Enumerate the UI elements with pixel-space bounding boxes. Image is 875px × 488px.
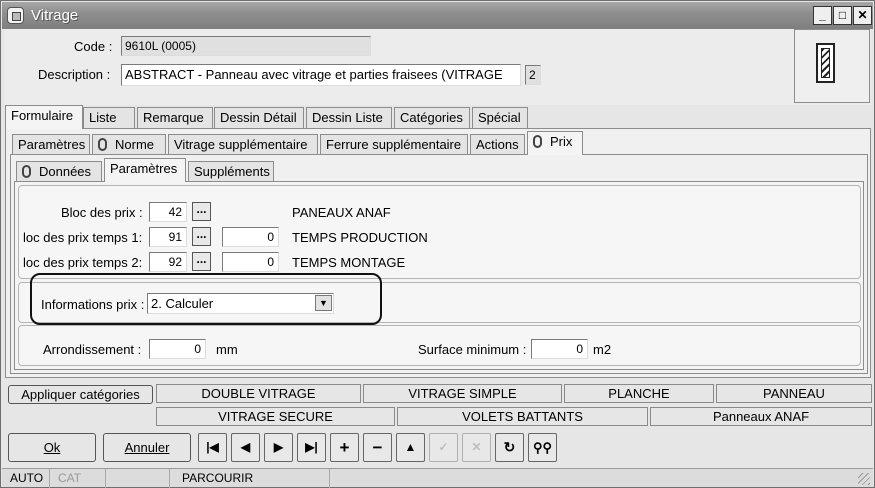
maximize-icon[interactable]: □ [833,6,852,25]
tab-actions[interactable]: Actions [470,134,525,155]
next-record-icon[interactable]: ▶ [264,433,293,462]
bloc-prix-description: PANEAUX ANAF [292,205,391,220]
temps2-value2-field[interactable]: 0 [222,252,279,272]
paperclip-icon [533,135,542,148]
category-planche[interactable]: PLANCHE [564,384,714,403]
category-vitrage-secure[interactable]: VITRAGE SECURE [156,407,395,426]
title-bar[interactable]: Vitrage _ □ ✕ [2,2,873,29]
temps2-browse-button[interactable]: ... [192,252,211,271]
category-vitrage-simple[interactable]: VITRAGE SIMPLE [363,384,562,403]
status-empty [106,469,170,488]
tab-norme[interactable]: Norme [92,134,166,155]
category-volets-battants[interactable]: VOLETS BATTANTS [397,407,648,426]
tab-ferrure-supplementaire[interactable]: Ferrure supplémentaire [320,134,468,155]
chevron-down-icon[interactable]: ▼ [315,295,332,311]
first-record-icon[interactable]: |◀ [198,433,227,462]
window-title: Vitrage [31,7,79,24]
paperclip-icon [22,165,31,178]
tab-prix[interactable]: Prix [527,131,583,155]
temps1-label: loc des prix temps 1: [23,230,143,245]
paperclip-icon [98,138,107,151]
arrondissement-unit: mm [216,342,238,357]
code-field[interactable]: 9610L (0005) [121,36,371,56]
category-panneau[interactable]: PANNEAU [716,384,872,403]
last-record-icon[interactable]: ▶| [297,433,326,462]
temps1-description: TEMPS PRODUCTION [292,230,428,245]
info-prix-value: 2. Calculer [151,296,214,311]
bloc-prix-browse-button[interactable]: ... [192,202,211,221]
category-panneaux-anaf[interactable]: Panneaux ANAF [650,407,872,426]
code-label: Code : [74,39,113,54]
minimize-icon[interactable]: _ [813,6,832,25]
bloc-prix-field[interactable]: 42 [149,202,187,222]
arrondissement-group: Arrondissement : 0 mm Surface minimum : … [18,325,861,366]
resize-grip-icon[interactable] [858,473,870,485]
confirm-icon[interactable]: ✓ [429,433,458,462]
add-record-icon[interactable]: + [330,433,359,462]
tab-remarque[interactable]: Remarque [137,107,213,128]
bloc-prix-label: Bloc des prix : [61,205,143,220]
status-cat: CAT [50,469,106,488]
door-panel-icon [816,43,835,83]
tab-donnees-label: Données [39,164,92,179]
description-label: Description : [38,67,111,82]
temps1-browse-button[interactable]: ... [192,227,211,246]
delete-record-icon[interactable]: − [363,433,392,462]
category-double-vitrage[interactable]: DOUBLE VITRAGE [156,384,361,403]
temps1-field[interactable]: 91 [149,227,187,247]
status-bar: AUTO CAT PARCOURIR [2,468,873,488]
close-icon[interactable]: ✕ [853,6,872,25]
price-blocks-group: Bloc des prix : 42 ... PANEAUX ANAF loc … [18,185,861,279]
cancel-edit-icon[interactable]: ✕ [462,433,491,462]
status-auto: AUTO [2,469,50,488]
temps2-description: TEMPS MONTAGE [292,255,406,270]
temps2-field[interactable]: 92 [149,252,187,272]
tab-liste[interactable]: Liste [83,107,135,128]
item-thumbnail [794,29,870,103]
tab-categories[interactable]: Catégories [394,107,470,128]
tab-special[interactable]: Spécial [472,107,528,128]
tab-vitrage-supplementaire[interactable]: Vitrage supplémentaire [168,134,318,155]
app-icon[interactable] [7,7,24,24]
surface-unit: m2 [593,342,612,357]
temps2-label: loc des prix temps 2: [23,255,143,270]
apply-categories-button[interactable]: Appliquer catégories [8,385,153,404]
info-prix-label: Informations prix : [41,297,145,312]
arrondissement-label: Arrondissement : [43,342,142,357]
surface-field[interactable]: 0 [531,339,588,359]
tab-parametres[interactable]: Paramètres [12,134,90,155]
tab-supplements[interactable]: Suppléments [188,161,274,182]
info-prix-select[interactable]: 2. Calculer ▼ [147,293,334,314]
annuler-button[interactable]: Annuler [103,433,191,462]
arrondissement-field[interactable]: 0 [149,339,206,359]
tab-formulaire[interactable]: Formulaire [5,105,83,129]
edit-record-icon[interactable]: ▲ [396,433,425,462]
tab-prix-parametres[interactable]: Paramètres [104,158,186,182]
tab-dessin-detail[interactable]: Dessin Détail [214,107,304,128]
header-panel: Code : 9610L (0005) Description : ABSTRA… [4,29,871,105]
main-window: Vitrage _ □ ✕ Code : 9610L (0005) Descri… [0,0,875,488]
tab-prix-label: Prix [550,134,573,149]
previous-record-icon[interactable]: ◀ [231,433,260,462]
tab-norme-label: Norme [115,137,155,152]
ok-button[interactable]: Ok [8,433,96,462]
tab-donnees[interactable]: Données [16,161,102,182]
status-mode: PARCOURIR [170,469,330,488]
temps1-value2-field[interactable]: 0 [222,227,279,247]
tab-dessin-liste[interactable]: Dessin Liste [306,107,392,128]
description-language-badge[interactable]: 2 [525,65,541,85]
refresh-icon[interactable]: ↻ [495,433,524,462]
binoculars-icon[interactable]: ⚲⚲ [528,433,557,462]
description-field[interactable]: ABSTRACT - Panneau avec vitrage et parti… [121,64,521,86]
surface-label: Surface minimum : [418,342,527,357]
